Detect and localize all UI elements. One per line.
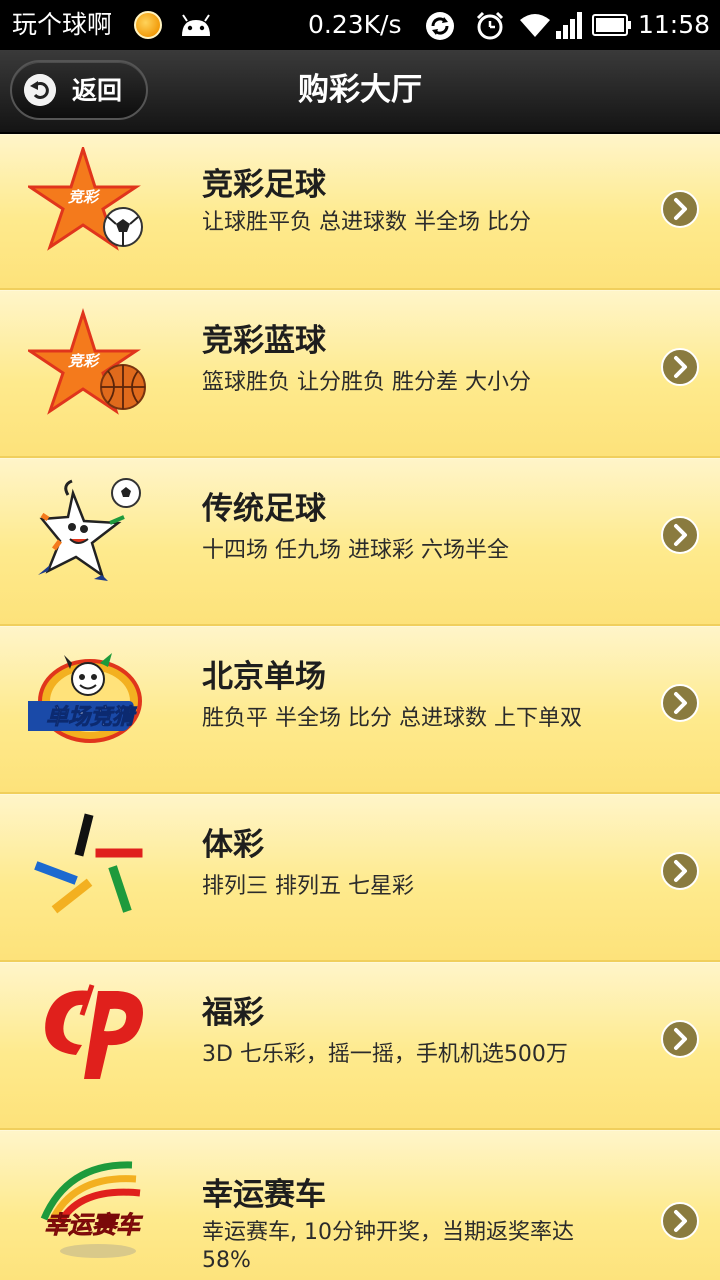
item-description: 十四场 任九场 进球彩 六场半全 — [202, 538, 509, 563]
sun-notification-icon — [134, 11, 162, 39]
battery-icon — [592, 14, 631, 36]
list-item-jingcai-football[interactable]: 竞彩 竞彩足球 让球胜平负 总进球数 半全场 比分 — [0, 134, 720, 290]
welfare-lottery-cp-icon — [45, 984, 143, 1079]
list-item-sports-lottery[interactable]: 体彩 排列三 排列五 七星彩 — [0, 794, 720, 962]
wifi-icon — [520, 14, 550, 37]
jingcai-basketball-icon: 竞彩 — [28, 308, 146, 415]
status-time: 11:58 — [638, 10, 711, 39]
list-item-lucky-racing[interactable]: 幸运赛车 幸运赛车 幸运赛车, 10分钟开奖，当期返奖率达58% — [0, 1130, 720, 1280]
item-description: 篮球胜负 让分胜负 胜分差 大小分 — [202, 370, 531, 395]
item-description: 胜负平 半全场 比分 总进球数 上下单双 — [202, 706, 582, 731]
item-description: 幸运赛车, 10分钟开奖，当期返奖率达58% — [202, 1220, 574, 1273]
chevron-right-icon — [661, 684, 699, 722]
item-name: 传统足球 — [202, 491, 326, 527]
item-name: 北京单场 — [202, 659, 326, 695]
chevron-right-icon — [661, 1202, 699, 1240]
svg-text:竞彩: 竞彩 — [68, 352, 101, 370]
page-title: 购彩大厅 — [298, 72, 422, 108]
chevron-right-icon — [661, 1020, 699, 1058]
beijing-single-logo-icon: 单场竞猜 — [28, 653, 142, 743]
list-item-beijing-single[interactable]: 单场竞猜 北京单场 胜负平 半全场 比分 总进球数 上下单双 — [0, 626, 720, 794]
traditional-football-mascot-icon — [38, 478, 141, 581]
status-bar: 玩个球啊 0.23K/s 11:58 — [0, 0, 720, 50]
sports-lottery-star-icon — [34, 813, 143, 914]
item-name: 体彩 — [202, 827, 264, 863]
svg-text:竞彩: 竞彩 — [68, 188, 101, 206]
lucky-racing-logo-icon: 幸运赛车 — [40, 1161, 143, 1258]
racing-logo-text: 幸运赛车 — [44, 1211, 143, 1239]
item-name: 竞彩蓝球 — [202, 323, 326, 359]
item-name: 竞彩足球 — [202, 167, 326, 203]
signal-icon — [556, 12, 582, 39]
chevron-right-icon — [661, 348, 699, 386]
network-speed: 0.23K/s — [308, 10, 402, 39]
jingcai-football-icon: 竞彩 — [28, 147, 143, 251]
item-description: 3D 七乐彩，摇一摇，手机机选500万 — [202, 1042, 568, 1067]
chevron-right-icon — [661, 190, 699, 228]
list-item-traditional-football[interactable]: 传统足球 十四场 任九场 进球彩 六场半全 — [0, 458, 720, 626]
alarm-icon — [476, 11, 504, 40]
lottery-list: 竞彩 竞彩足球 让球胜平负 总进球数 半全场 比分 竞彩 竞彩蓝球 篮球胜负 让… — [0, 134, 720, 1280]
sync-icon — [426, 12, 454, 40]
item-name: 幸运赛车 — [202, 1177, 326, 1213]
chevron-right-icon — [661, 516, 699, 554]
beijing-logo-text: 单场竞猜 — [46, 704, 137, 730]
status-app-name: 玩个球啊 — [12, 10, 113, 39]
item-description: 让球胜平负 总进球数 半全场 比分 — [202, 210, 531, 235]
item-description: 排列三 排列五 七星彩 — [202, 874, 414, 899]
item-name: 福彩 — [202, 995, 264, 1031]
chevron-right-icon — [661, 852, 699, 890]
list-item-welfare-lottery[interactable]: 福彩 3D 七乐彩，摇一摇，手机机选500万 — [0, 962, 720, 1130]
android-icon — [182, 14, 210, 36]
title-bar: 返回 购彩大厅 — [0, 50, 720, 134]
list-item-jingcai-basketball[interactable]: 竞彩 竞彩蓝球 篮球胜负 让分胜负 胜分差 大小分 — [0, 290, 720, 458]
